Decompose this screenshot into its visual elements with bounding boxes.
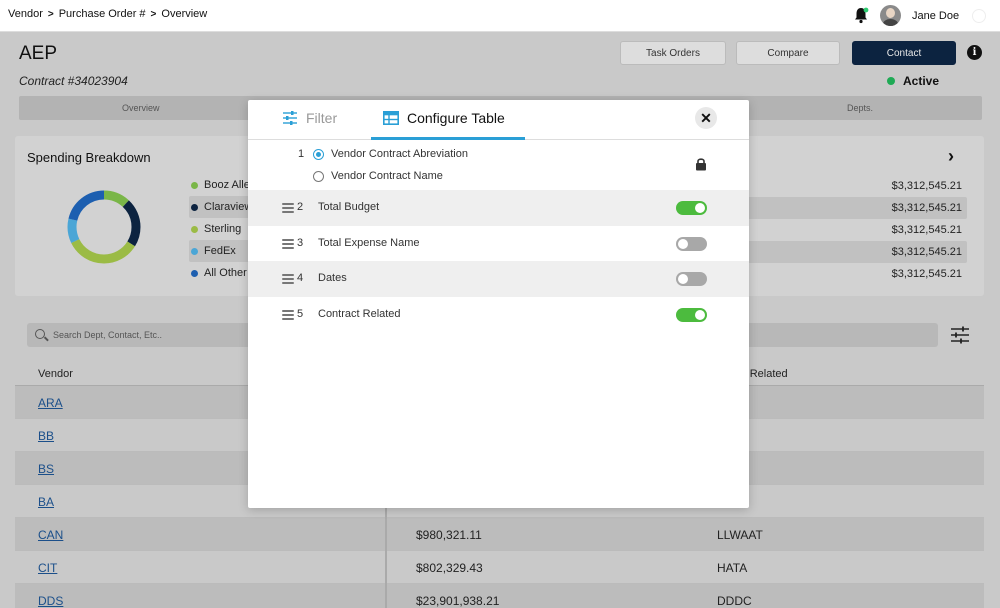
column-row-dates[interactable]: 4 Dates [248, 261, 749, 297]
tab-configure-table-label: Configure Table [407, 110, 505, 126]
chevron-right-icon[interactable]: › [948, 146, 954, 167]
row-number: 2 [297, 201, 304, 213]
drag-handle-icon[interactable] [282, 310, 294, 320]
legend-label: All Other [204, 267, 247, 279]
row-label: Total Budget [318, 201, 380, 213]
row-number: 5 [297, 308, 304, 320]
tab-filter-label: Filter [306, 110, 338, 126]
legend-dot [191, 247, 198, 255]
table-icon [383, 111, 399, 125]
search-placeholder: Search Dept, Contact, Etc.. [53, 330, 163, 340]
search-icon [35, 329, 45, 339]
logout-icon[interactable] [972, 9, 986, 23]
vendor-link[interactable]: CAN [38, 528, 63, 542]
filter-settings-icon[interactable] [950, 326, 970, 344]
toggle-contract-related[interactable] [676, 308, 707, 322]
column-row-contract-related[interactable]: 5 Contract Related [248, 297, 749, 333]
configure-table-modal: Filter Configure Table ✕ 1 Vendor Contra… [248, 100, 749, 508]
chevron-right-icon: > [150, 8, 157, 20]
radio-vendor-contract-name[interactable] [313, 171, 324, 182]
row-label: Contract Related [318, 308, 401, 320]
user-name[interactable]: Jane Doe [912, 10, 959, 22]
vendor-link[interactable]: BB [38, 429, 54, 443]
page-title: AEP [19, 43, 58, 64]
status-badge: Active [887, 74, 939, 88]
table-row[interactable]: CIT $802,329.43 HATA [15, 551, 984, 584]
row-number: 4 [297, 272, 304, 284]
breadcrumb-overview[interactable]: Overview [161, 8, 207, 20]
spending-amount: $3,312,545.21 [891, 224, 962, 236]
drag-handle-icon[interactable] [282, 239, 294, 249]
vendor-link[interactable]: DDS [38, 594, 63, 608]
radio-label: Vendor Contract Abreviation [331, 148, 468, 160]
row-label: Total Expense Name [318, 237, 420, 249]
row-label: Dates [318, 272, 347, 284]
sliders-icon [283, 111, 297, 125]
breadcrumb: Vendor > Purchase Order # > Overview [8, 8, 207, 20]
toggle-total-expense-name[interactable] [676, 237, 707, 251]
legend-dot [191, 225, 198, 233]
task-orders-button[interactable]: Task Orders [620, 41, 726, 65]
vendor-link[interactable]: ARA [38, 396, 63, 410]
toggle-dates[interactable] [676, 272, 707, 286]
radio-label: Vendor Contract Name [331, 170, 443, 182]
tab-depts[interactable]: Depts. [847, 103, 873, 113]
vendor-link[interactable]: BA [38, 495, 54, 509]
spending-amount: $3,312,545.21 [745, 241, 967, 263]
spending-donut-chart [67, 190, 141, 264]
column-row-total-expense-name[interactable]: 3 Total Expense Name [248, 226, 749, 262]
legend-label: Booz Alle [204, 179, 250, 191]
close-icon[interactable]: ✕ [695, 107, 717, 129]
lock-icon [696, 158, 706, 171]
toggle-total-budget[interactable] [676, 201, 707, 215]
vendor-link[interactable]: BS [38, 462, 54, 476]
spending-amount: $3,312,545.21 [891, 268, 962, 280]
legend-dot [191, 203, 198, 211]
column-row-total-budget[interactable]: 2 Total Budget [248, 190, 749, 226]
tab-configure-table[interactable]: Configure Table [383, 110, 505, 126]
info-icon[interactable]: i [967, 45, 982, 60]
drag-handle-icon[interactable] [282, 203, 294, 213]
spending-amounts: $3,312,545.21 $3,312,545.21 $3,312,545.2… [745, 175, 967, 285]
legend-dot [191, 181, 198, 189]
status-dot-icon [887, 77, 895, 85]
chevron-right-icon: > [47, 8, 54, 20]
spending-amount: $3,312,545.21 [745, 197, 967, 219]
legend-label: Sterling [204, 223, 242, 235]
legend-label: FedEx [204, 245, 236, 257]
breadcrumb-purchase-order[interactable]: Purchase Order # [59, 8, 146, 20]
table-row[interactable]: DDS $23,901,938.21 DDDC [15, 584, 984, 608]
legend-label: Claraview [204, 201, 253, 213]
amount-cell: $802,329.43 [416, 561, 483, 575]
drag-handle-icon[interactable] [282, 274, 294, 284]
related-cell: HATA [717, 561, 748, 575]
column-header-vendor[interactable]: Vendor [38, 368, 73, 380]
compare-button[interactable]: Compare [736, 41, 840, 65]
legend-dot [191, 269, 198, 277]
amount-cell: $980,321.11 [416, 528, 482, 542]
related-cell: LLWAAT [717, 528, 763, 542]
bell-icon[interactable] [852, 6, 870, 24]
amount-cell: $23,901,938.21 [416, 594, 500, 608]
active-tab-indicator [371, 137, 525, 140]
tab-overview[interactable]: Overview [122, 103, 160, 113]
top-bar: Vendor > Purchase Order # > Overview Jan… [0, 0, 1000, 32]
contract-number: Contract #34023904 [19, 74, 128, 88]
row-number: 3 [297, 237, 304, 249]
modal-tabs: Filter Configure Table ✕ [248, 100, 749, 140]
breadcrumb-vendor[interactable]: Vendor [8, 8, 43, 20]
spending-amount: $3,312,545.21 [891, 180, 962, 192]
vendor-link[interactable]: CIT [38, 561, 57, 575]
table-row[interactable]: CAN $980,321.11 LLWAAT [15, 518, 984, 551]
avatar[interactable] [880, 5, 901, 26]
status-label: Active [903, 74, 940, 88]
spending-breakdown-title: Spending Breakdown [27, 150, 151, 165]
radio-vendor-contract-abreviation[interactable] [313, 149, 324, 160]
contact-button[interactable]: Contact [852, 41, 956, 65]
row-number: 1 [298, 148, 305, 160]
tab-filter[interactable]: Filter [282, 110, 337, 126]
related-cell: DDDC [717, 594, 752, 608]
